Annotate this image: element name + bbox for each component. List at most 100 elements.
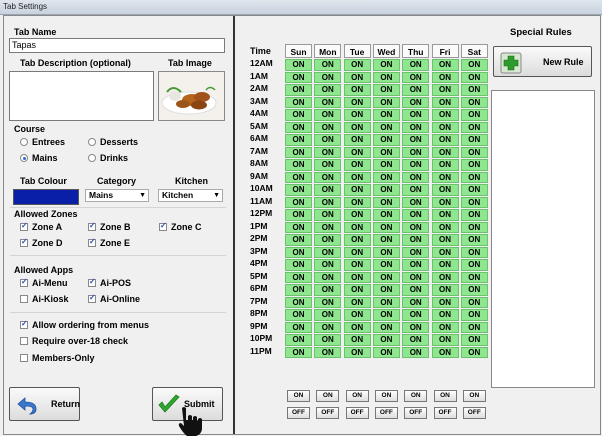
course-mains-radio[interactable]: Mains — [20, 153, 58, 163]
day-off-button[interactable]: OFF — [404, 407, 428, 419]
day-on-button[interactable]: ON — [287, 390, 310, 402]
course-desserts-radio[interactable]: Desserts — [88, 137, 138, 147]
schedule-cell[interactable]: ON — [402, 121, 430, 133]
schedule-cell[interactable]: ON — [314, 134, 342, 146]
schedule-cell[interactable]: ON — [431, 259, 459, 271]
schedule-cell[interactable]: ON — [343, 309, 371, 321]
schedule-cell[interactable]: ON — [314, 209, 342, 221]
day-on-button[interactable]: ON — [374, 390, 398, 402]
schedule-cell[interactable]: ON — [460, 221, 488, 233]
schedule-cell[interactable]: ON — [431, 84, 459, 96]
schedule-cell[interactable]: ON — [402, 84, 430, 96]
schedule-cell[interactable]: ON — [314, 109, 342, 121]
schedule-cell[interactable]: ON — [343, 196, 371, 208]
schedule-cell[interactable]: ON — [460, 209, 488, 221]
schedule-cell[interactable]: ON — [343, 221, 371, 233]
schedule-cell[interactable]: ON — [285, 309, 312, 321]
schedule-cell[interactable]: ON — [285, 71, 312, 83]
special-rules-list[interactable] — [491, 90, 595, 388]
schedule-cell[interactable]: ON — [460, 246, 488, 258]
app-ai-pos-checkbox[interactable]: Ai-POS — [88, 277, 131, 288]
schedule-cell[interactable]: ON — [460, 296, 488, 308]
day-on-button[interactable]: ON — [433, 390, 457, 402]
schedule-cell[interactable]: ON — [372, 271, 400, 283]
schedule-cell[interactable]: ON — [314, 171, 342, 183]
schedule-cell[interactable]: ON — [460, 334, 488, 346]
schedule-cell[interactable]: ON — [372, 84, 400, 96]
schedule-cell[interactable]: ON — [372, 259, 400, 271]
schedule-cell[interactable]: ON — [402, 184, 430, 196]
zone-b-checkbox[interactable]: Zone B — [88, 221, 131, 232]
schedule-cell[interactable]: ON — [314, 309, 342, 321]
schedule-cell[interactable]: ON — [402, 146, 430, 158]
schedule-cell[interactable]: ON — [402, 271, 430, 283]
schedule-cell[interactable]: ON — [460, 321, 488, 333]
zone-d-checkbox[interactable]: Zone D — [20, 237, 63, 248]
schedule-cell[interactable]: ON — [372, 234, 400, 246]
schedule-cell[interactable]: ON — [343, 234, 371, 246]
zone-e-checkbox[interactable]: Zone E — [88, 237, 130, 248]
day-off-button[interactable]: OFF — [433, 407, 457, 419]
schedule-cell[interactable]: ON — [314, 296, 342, 308]
day-off-button[interactable]: OFF — [374, 407, 398, 419]
schedule-cell[interactable]: ON — [314, 59, 342, 71]
schedule-cell[interactable]: ON — [343, 321, 371, 333]
schedule-cell[interactable]: ON — [372, 184, 400, 196]
app-ai-menu-checkbox[interactable]: Ai-Menu — [20, 277, 68, 288]
schedule-cell[interactable]: ON — [314, 146, 342, 158]
schedule-cell[interactable]: ON — [431, 346, 459, 358]
schedule-cell[interactable]: ON — [285, 184, 312, 196]
schedule-cell[interactable]: ON — [372, 109, 400, 121]
schedule-cell[interactable]: ON — [285, 209, 312, 221]
allow-ordering-checkbox[interactable]: Allow ordering from menus — [20, 319, 149, 330]
schedule-cell[interactable]: ON — [343, 134, 371, 146]
schedule-cell[interactable]: ON — [285, 284, 312, 296]
schedule-cell[interactable]: ON — [343, 146, 371, 158]
new-rule-button[interactable]: New Rule — [493, 46, 592, 77]
schedule-cell[interactable]: ON — [372, 121, 400, 133]
schedule-cell[interactable]: ON — [431, 334, 459, 346]
schedule-cell[interactable]: ON — [431, 209, 459, 221]
schedule-cell[interactable]: ON — [431, 271, 459, 283]
schedule-cell[interactable]: ON — [402, 159, 430, 171]
schedule-cell[interactable]: ON — [372, 221, 400, 233]
schedule-cell[interactable]: ON — [402, 296, 430, 308]
schedule-cell[interactable]: ON — [372, 59, 400, 71]
schedule-cell[interactable]: ON — [285, 146, 312, 158]
zone-c-checkbox[interactable]: Zone C — [159, 221, 202, 232]
schedule-cell[interactable]: ON — [343, 96, 371, 108]
schedule-cell[interactable]: ON — [460, 59, 488, 71]
tab-image-picker[interactable] — [158, 71, 225, 121]
schedule-cell[interactable]: ON — [372, 321, 400, 333]
schedule-cell[interactable]: ON — [285, 171, 312, 183]
schedule-cell[interactable]: ON — [343, 184, 371, 196]
schedule-cell[interactable]: ON — [372, 284, 400, 296]
schedule-cell[interactable]: ON — [460, 96, 488, 108]
schedule-cell[interactable]: ON — [460, 259, 488, 271]
return-button[interactable]: Return — [9, 387, 80, 421]
schedule-cell[interactable]: ON — [402, 259, 430, 271]
schedule-cell[interactable]: ON — [372, 134, 400, 146]
schedule-cell[interactable]: ON — [402, 196, 430, 208]
schedule-cell[interactable]: ON — [402, 59, 430, 71]
schedule-cell[interactable]: ON — [372, 209, 400, 221]
members-only-checkbox[interactable]: Members-Only — [20, 353, 95, 363]
schedule-cell[interactable]: ON — [431, 121, 459, 133]
schedule-cell[interactable]: ON — [431, 71, 459, 83]
schedule-cell[interactable]: ON — [372, 96, 400, 108]
schedule-cell[interactable]: ON — [314, 321, 342, 333]
schedule-cell[interactable]: ON — [343, 171, 371, 183]
schedule-cell[interactable]: ON — [402, 309, 430, 321]
schedule-cell[interactable]: ON — [285, 109, 312, 121]
tab-colour-swatch[interactable] — [13, 189, 79, 205]
schedule-cell[interactable]: ON — [285, 134, 312, 146]
schedule-cell[interactable]: ON — [431, 134, 459, 146]
schedule-cell[interactable]: ON — [460, 71, 488, 83]
schedule-cell[interactable]: ON — [372, 159, 400, 171]
schedule-cell[interactable]: ON — [314, 184, 342, 196]
zone-a-checkbox[interactable]: Zone A — [20, 221, 62, 232]
schedule-cell[interactable]: ON — [314, 234, 342, 246]
schedule-cell[interactable]: ON — [343, 296, 371, 308]
schedule-cell[interactable]: ON — [285, 59, 312, 71]
schedule-cell[interactable]: ON — [460, 171, 488, 183]
